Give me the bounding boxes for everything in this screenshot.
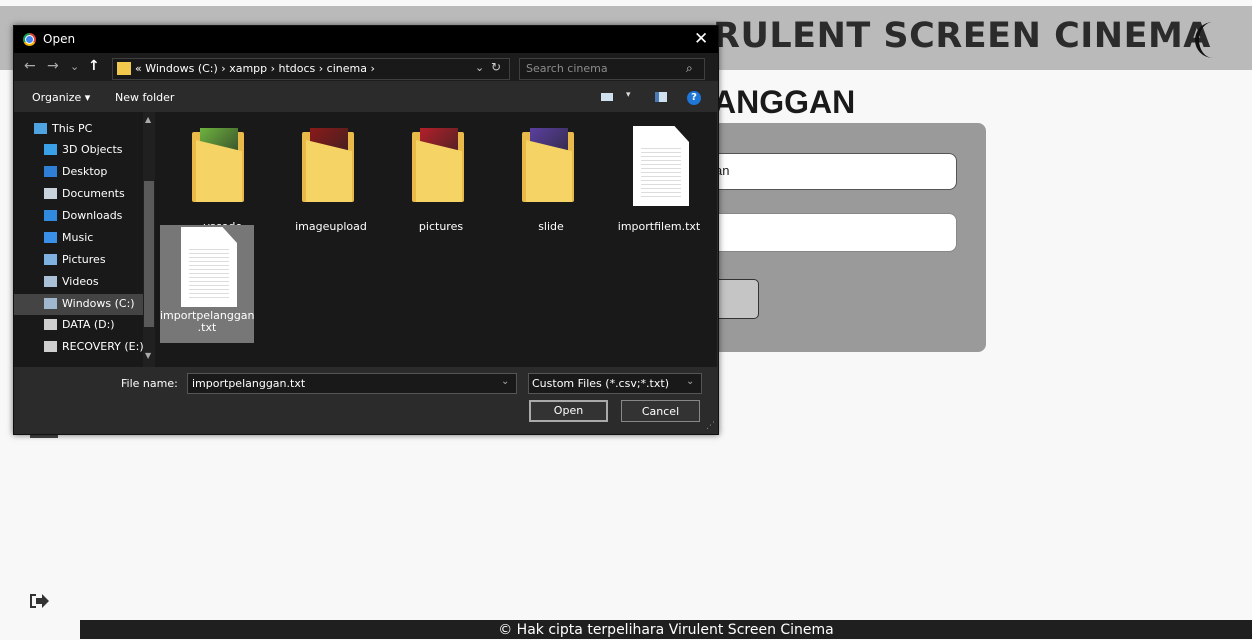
search-icon[interactable]: ⌕ (686, 61, 693, 76)
footer: © Hak cipta terpelihara Virulent Screen … (80, 620, 1252, 639)
up-arrow-icon[interactable]: ↑ (88, 58, 100, 74)
refresh-icon[interactable]: ↻ (491, 60, 501, 74)
nav-item[interactable]: Documents (14, 184, 143, 205)
nav-item[interactable]: Windows (C:) (14, 294, 143, 315)
chevron-down-icon[interactable]: ⌄ (501, 376, 509, 387)
chevron-down-icon[interactable]: ⌄ (475, 61, 484, 74)
nav-scroll-thumb[interactable] (144, 181, 154, 327)
open-file-dialog: Open ✕ ← → ⌄ ↑ « Windows (C:) › xampp › … (13, 25, 719, 435)
nav-item-label: Downloads (62, 209, 123, 222)
second-field[interactable] (700, 213, 957, 252)
cube-icon (44, 144, 57, 155)
text-file-icon (633, 126, 689, 206)
new-folder-button[interactable]: New folder (115, 91, 174, 104)
logout-icon[interactable] (28, 591, 50, 611)
chevron-down-icon[interactable]: ▾ (626, 90, 631, 100)
desktop-icon (44, 166, 57, 177)
drive-icon (44, 319, 57, 330)
address-bar[interactable]: « Windows (C:) › xampp › htdocs › cinema… (112, 58, 510, 80)
nav-item-label: Desktop (62, 165, 108, 178)
nav-item-label: Windows (C:) (62, 297, 135, 310)
file-label: slide (538, 220, 564, 233)
moon-icon[interactable] (1185, 18, 1229, 62)
breadcrumb[interactable]: « Windows (C:) › xampp › htdocs › cinema… (135, 62, 375, 75)
file-label: importfilem.txt (617, 220, 701, 233)
nav-item-label: RECOVERY (E:) (62, 340, 144, 353)
filename-value: importpelanggan.txt (192, 377, 306, 390)
nav-item-label: Pictures (62, 253, 106, 266)
filename-input[interactable]: importpelanggan.txt ⌄ (187, 373, 517, 394)
organize-button[interactable]: Organize ▾ (32, 91, 90, 104)
nav-item-label: DATA (D:) (62, 318, 115, 331)
close-icon[interactable]: ✕ (694, 29, 708, 49)
nav-item-label: This PC (52, 122, 93, 135)
preview-pane-icon[interactable] (655, 92, 667, 102)
nav-item[interactable]: Videos (14, 272, 143, 293)
filename-label: File name: (121, 377, 178, 390)
nav-item[interactable]: Downloads (14, 206, 143, 227)
download-icon (44, 210, 57, 221)
nav-item[interactable]: RECOVERY (E:) (14, 337, 144, 358)
file-item[interactable]: importpelanggan .txt (160, 225, 255, 343)
resize-grip-icon[interactable]: ⋰ (706, 421, 715, 431)
drive-icon (44, 298, 57, 309)
view-options-icon[interactable] (601, 93, 613, 101)
text-file-icon (181, 227, 237, 307)
dialog-title: Open (43, 32, 76, 46)
nav-item[interactable]: Pictures (14, 250, 143, 271)
nav-item[interactable]: 3D Objects (14, 140, 143, 161)
folder-item[interactable]: pictures (394, 124, 488, 242)
folder-item[interactable]: imageupload (284, 124, 378, 242)
filetype-select[interactable]: Custom Files (*.csv;*.txt) ⌄ (528, 373, 702, 394)
drive-icon (44, 341, 57, 352)
folder-icon (117, 62, 131, 75)
nav-item-label: Videos (62, 275, 99, 288)
cancel-button[interactable]: Cancel (621, 400, 700, 422)
nav-item[interactable]: Music (14, 228, 143, 249)
chrome-icon (23, 33, 36, 46)
nav-item-label: 3D Objects (62, 143, 123, 156)
nav-item[interactable]: DATA (D:) (14, 315, 143, 336)
forward-arrow-icon[interactable]: → (47, 58, 59, 74)
monitor-icon (34, 123, 47, 134)
folder-item[interactable]: slide (504, 124, 598, 242)
page-heading: ANGGAN (713, 84, 856, 120)
filetype-value: Custom Files (*.csv;*.txt) (532, 377, 669, 390)
video-icon (44, 276, 57, 287)
nav-item-label: Music (62, 231, 94, 244)
search-box[interactable]: ⌕ (519, 58, 705, 80)
help-icon[interactable]: ? (687, 91, 701, 105)
back-arrow-icon[interactable]: ← (24, 58, 36, 74)
site-title: RULENT SCREEN CINEMA (713, 16, 1211, 56)
file-label: pictures (418, 220, 464, 233)
chevron-down-icon[interactable]: ⌄ (686, 376, 694, 387)
nav-item[interactable]: This PC (14, 119, 143, 140)
chevron-down-icon[interactable]: ▼ (145, 351, 151, 360)
dialog-titlebar[interactable] (14, 26, 718, 53)
search-input[interactable] (526, 61, 676, 76)
file-label: importpelanggan .txt (160, 309, 255, 334)
recent-locations-icon[interactable]: ⌄ (70, 60, 79, 73)
open-button[interactable]: Open (529, 400, 608, 422)
pictures-icon (44, 254, 57, 265)
document-icon (44, 188, 57, 199)
nav-item[interactable]: Desktop (14, 162, 143, 183)
file-item[interactable]: importfilem.txt (612, 124, 706, 242)
name-field[interactable]: an (700, 153, 957, 190)
music-icon (44, 232, 57, 243)
chevron-up-icon[interactable]: ▲ (145, 115, 151, 124)
nav-item-label: Documents (62, 187, 125, 200)
file-label: imageupload (295, 220, 367, 233)
